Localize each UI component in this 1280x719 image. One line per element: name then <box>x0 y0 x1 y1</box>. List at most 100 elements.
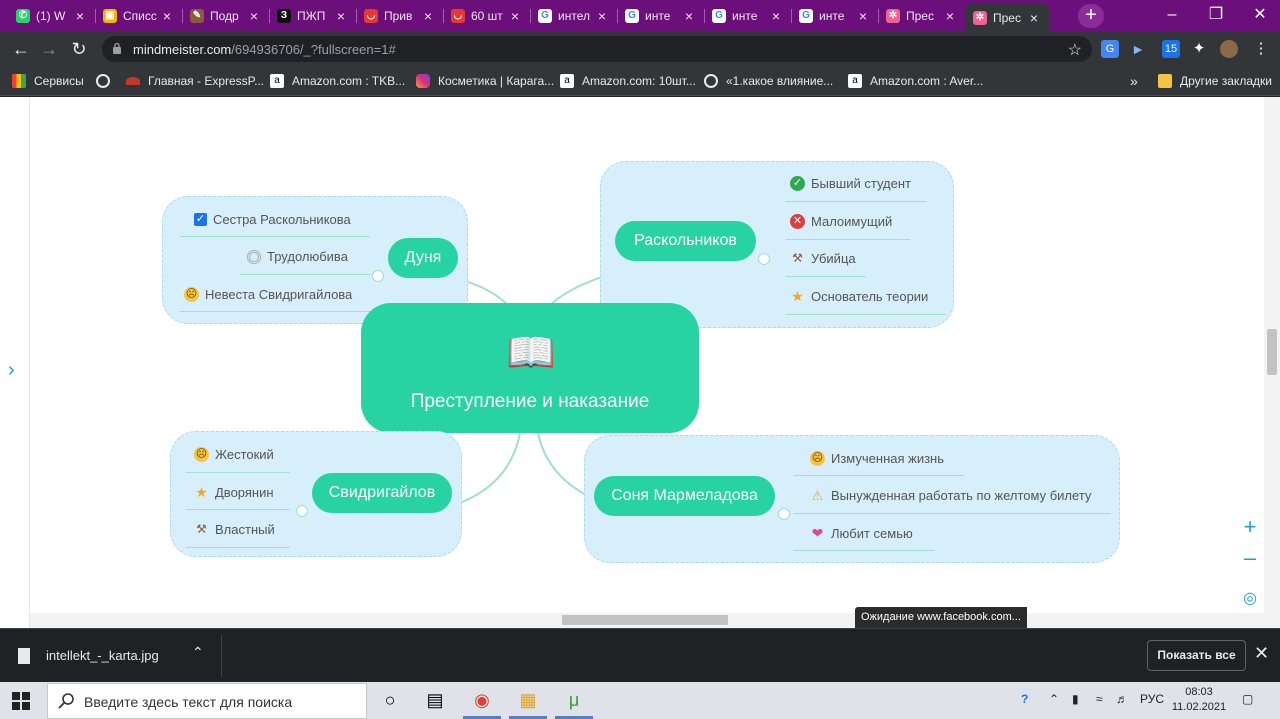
help-icon[interactable]: ? <box>1021 692 1028 706</box>
windows-start-icon[interactable] <box>12 692 30 710</box>
browser-tab[interactable]: ✲ Прес × <box>965 3 1049 32</box>
reload-icon[interactable]: ↻ <box>66 37 92 61</box>
leaf-bride[interactable]: ☹ Невеста Свидригайлова <box>184 287 352 302</box>
leaf-sister[interactable]: ✓ Сестра Раскольникова <box>194 212 351 227</box>
address-bar[interactable]: mindmeister.com/694936706/_?fullscreen=1… <box>102 36 1092 62</box>
close-window-button[interactable]: ✕ <box>1238 0 1280 30</box>
tab-close-icon[interactable]: × <box>856 8 870 24</box>
browser-tab[interactable]: З ПЖП × <box>269 3 356 29</box>
bookmark-star-icon[interactable]: ☆ <box>1068 40 1082 60</box>
tab-close-icon[interactable]: × <box>421 8 435 24</box>
back-icon[interactable]: ← <box>8 37 34 61</box>
clock[interactable]: 08:03 11.02.2021 <box>1170 685 1228 715</box>
tab-close-icon[interactable]: × <box>595 8 609 24</box>
locate-center-icon[interactable]: ◎ <box>1236 585 1264 613</box>
battery-icon[interactable]: ▮ <box>1072 692 1079 706</box>
chevron-up-icon[interactable]: ⌃ <box>1049 692 1059 706</box>
leaf-theory-founder[interactable]: ★ Основатель теории <box>790 289 928 305</box>
profile-avatar[interactable] <box>1220 40 1238 58</box>
show-all-button[interactable]: Показать все <box>1147 640 1246 671</box>
topic-svidrigailov[interactable]: Свидригайлов <box>312 473 452 513</box>
cursor-extension-icon[interactable]: ► <box>1129 40 1147 58</box>
tab-close-icon[interactable]: × <box>247 8 261 24</box>
browser-tab[interactable]: ✎ Подр × <box>182 3 269 29</box>
browser-tab[interactable]: Gинте × <box>704 3 791 29</box>
chrome-icon[interactable]: ◉ <box>459 682 505 719</box>
translate-extension-icon[interactable]: G <box>1101 40 1119 58</box>
bookmark-influence[interactable]: «1.какое влияние... <box>704 72 833 90</box>
tab-favicon-icon: ▣ <box>103 9 117 23</box>
chevron-up-icon[interactable]: ⌃ <box>192 644 204 661</box>
horizontal-scroll-thumb[interactable] <box>562 615 728 625</box>
more-bookmarks-button[interactable]: » <box>1130 72 1138 90</box>
tab-close-icon[interactable]: × <box>334 8 348 24</box>
leaf-domineering[interactable]: ⚒ Властный <box>194 522 275 537</box>
taskbar-search-input[interactable]: Введите здесь текст для поиска <box>47 683 367 719</box>
mindmap-canvas[interactable]: › ✓ Сестра Раскольникова Трудолюбива ☹ Н… <box>0 97 1280 628</box>
leaf-cruel[interactable]: ☹ Жестокий <box>194 447 274 462</box>
topic-sonya[interactable]: Соня Мармеладова <box>594 476 775 516</box>
download-filename[interactable]: intellekt_-_karta.jpg <box>46 648 159 663</box>
leaf-forced-work[interactable]: ⚠ Вынужденная работать по желтому билету <box>810 488 1092 503</box>
minimize-button[interactable]: – <box>1150 0 1194 30</box>
notifications-icon[interactable]: ▢ <box>1242 692 1253 706</box>
bookmark-expressp[interactable]: Главная - ExpressP... <box>126 72 264 90</box>
bookmark-label: Amazon.com : Aver... <box>870 74 984 88</box>
browser-tab[interactable]: Gинтел × <box>530 3 617 29</box>
leaf-loves-family[interactable]: ❤ Любит семью <box>810 526 913 542</box>
new-tab-button[interactable]: + <box>1078 4 1104 28</box>
tab-close-icon[interactable]: × <box>943 8 957 24</box>
vertical-scroll-thumb[interactable] <box>1267 329 1277 375</box>
bookmark-globe[interactable] <box>96 72 118 90</box>
leaf-text: Сестра Раскольникова <box>213 212 351 227</box>
utorrent-icon[interactable]: μ <box>551 682 597 719</box>
close-icon[interactable]: ✕ <box>1254 643 1269 664</box>
browser-tab[interactable]: ▣ Списс × <box>95 3 182 29</box>
bookmark-cosmetics[interactable]: Косметика | Карага... <box>416 72 554 90</box>
bookmark-amazon-1[interactable]: a Amazon.com : TKB... <box>270 72 405 90</box>
volume-icon[interactable]: ♬ <box>1116 692 1128 706</box>
browser-tab[interactable]: Gинте × <box>791 3 878 29</box>
task-view-icon[interactable]: ▤ <box>412 682 458 719</box>
tab-close-icon[interactable]: × <box>160 8 174 24</box>
browser-tab[interactable]: ◡ 60 шт × <box>443 3 530 29</box>
leaf-former-student[interactable]: ✓ Бывший студент <box>790 176 911 191</box>
leaf-tormented-life[interactable]: ☹ Измученная жизнь <box>810 451 944 466</box>
tab-close-icon[interactable]: × <box>769 8 783 24</box>
leaf-nobleman[interactable]: ★ Дворянин <box>194 485 273 501</box>
leaf-poor[interactable]: ✕ Малоимущий <box>790 214 892 229</box>
wifi-icon[interactable]: ≈ <box>1096 692 1103 706</box>
central-topic[interactable]: 📖 Преступление и наказание <box>361 303 699 433</box>
sonya-collapse-knob[interactable] <box>778 508 790 520</box>
extension-badge-icon[interactable]: 15 <box>1162 40 1180 58</box>
tab-close-icon[interactable]: × <box>73 8 87 24</box>
leaf-murderer[interactable]: ⚒ Убийца <box>790 251 856 266</box>
dunya-collapse-knob[interactable] <box>372 270 384 282</box>
browser-tab[interactable]: ✆ (1) W × <box>8 3 95 29</box>
browser-tab[interactable]: ✲ Прес × <box>878 3 965 29</box>
file-explorer-icon[interactable]: ▦ <box>505 682 551 719</box>
forward-icon[interactable]: → <box>36 37 62 61</box>
windows-taskbar: Введите здесь текст для поиска ○ ▤ ◉ ▦ μ… <box>0 682 1280 719</box>
language-indicator[interactable]: РУС <box>1140 692 1164 706</box>
browser-tab[interactable]: Gинте × <box>617 3 704 29</box>
menu-kebab-icon[interactable]: ⋮ <box>1252 40 1270 58</box>
topic-raskolnikov[interactable]: Раскольников <box>615 221 756 261</box>
zoom-in-button[interactable]: + <box>1236 513 1264 541</box>
bookmark-amazon-2[interactable]: a Amazon.com: 10шт... <box>560 72 696 90</box>
other-bookmarks-folder[interactable]: Другие закладки <box>1158 72 1272 90</box>
leaf-hardworking[interactable]: Трудолюбива <box>247 249 348 264</box>
zoom-out-button[interactable]: – <box>1236 544 1264 572</box>
tab-close-icon[interactable]: × <box>508 8 522 24</box>
tab-close-icon[interactable]: × <box>682 8 696 24</box>
cortana-icon[interactable]: ○ <box>367 682 413 719</box>
topic-dunya[interactable]: Дуня <box>388 238 458 278</box>
puzzle-extensions-icon[interactable]: ✦ <box>1190 40 1208 58</box>
bookmark-amazon-3[interactable]: a Amazon.com : Aver... <box>848 72 983 90</box>
browser-tab[interactable]: ◡ Прив × <box>356 3 443 29</box>
raskolnikov-collapse-knob[interactable] <box>758 253 770 265</box>
maximize-button[interactable]: ❐ <box>1194 0 1238 30</box>
bookmark-services[interactable]: Сервисы <box>12 72 84 90</box>
svidrigailov-collapse-knob[interactable] <box>296 505 308 517</box>
tab-close-icon[interactable]: × <box>1027 10 1041 26</box>
